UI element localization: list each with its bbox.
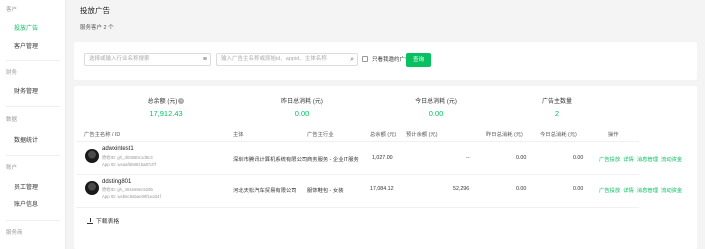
row-advertiser-name: ddsting801 [102,179,132,185]
download-icon [87,218,93,224]
row-est-balance: -- [466,155,470,161]
col-header-today: 今日总消耗 (元) [540,132,577,138]
sidebar-group-account: 账户 [6,165,18,171]
stat-today-spend-value: 0.00 [428,109,444,118]
row-original-id: 原始ID: gh_d03680c1d9c3 [102,155,153,160]
action-details-link[interactable]: 详情 [623,188,634,194]
col-header-yesterday: 昨日总消耗 (元) [486,132,523,138]
sidebar-item-account-info[interactable]: 账户信息 [14,199,38,208]
sidebar-divider [6,106,60,107]
stat-yesterday-spend: 昨日总消耗 (元) 0.00 [252,96,352,118]
table-divider [76,174,639,175]
app-root: 客户 投放广告 客户管理 财务 财务管理 数据 数据统计 账户 员工管理 账户信… [0,0,705,249]
service-count-value: 2 个 [103,25,114,31]
row-app-id: App ID: wxb6c9abae09f1ea34f [102,194,161,199]
action-ad-delivery-link[interactable]: 广告投放 [599,188,620,194]
col-header-name: 广告主名称 / ID [84,132,121,138]
row-today-spend: 0.00 [573,155,584,161]
sidebar-item-staff-management[interactable]: 员工管理 [14,182,38,191]
stat-total-balance: 总余额 (元)? 17,912.43 [116,96,216,118]
row-industry: 商务服务 - 企业IT服务 [307,157,359,163]
row-advertiser-name: adwxintest1 [102,146,134,152]
action-ad-delivery-link[interactable]: 广告投放 [599,157,620,163]
col-header-entity: 主体 [233,132,244,138]
stat-total-balance-value: 17,912.43 [149,109,183,118]
search-icon: ⌕ [350,56,354,63]
sidebar-group-data: 数据 [6,117,18,123]
industry-select[interactable]: 选择或输入行业名称搜索 ≡ [84,53,211,66]
stat-advertiser-count-value: 2 [554,109,560,118]
row-actions: 广告投放 详情 消息管理 流动资金 [599,186,685,194]
stat-today-spend: 今日总消耗 (元) 0.00 [386,96,486,118]
row-est-balance: 52,296 [453,186,470,192]
row-entity: 河北天松汽车贸易有限公司 [233,188,297,194]
stat-today-spend-label: 今日总消耗 (元) [415,99,457,105]
page-title: 投放广告 [80,6,110,15]
avatar [85,149,99,163]
row-industry: 服饰鞋包 - 女装 [307,188,344,194]
download-table-button[interactable]: 下载表格 [87,216,119,225]
sidebar: 客户 投放广告 客户管理 财务 财务管理 数据 数据统计 账户 员工管理 账户信… [0,0,66,249]
table-divider [76,141,639,142]
row-balance: 1,027.00 [372,155,393,161]
action-funds-link[interactable]: 流动资金 [661,188,682,194]
stat-advertiser-count-label: 广告主数量 [541,99,572,105]
sidebar-divider [6,220,60,221]
action-messages-link[interactable]: 消息管理 [637,188,658,194]
row-today-spend: 0.00 [573,186,584,192]
sidebar-divider [6,60,60,61]
row-actions: 广告投放 详情 消息管理 流动资金 [599,155,685,163]
action-details-link[interactable]: 详情 [623,157,634,163]
industry-select-placeholder: 选择或输入行业名称搜索 [89,56,150,62]
stat-yesterday-spend-value: 0.00 [294,109,310,118]
row-yesterday-spend: 0.00 [516,155,527,161]
row-balance: 17,084.12 [370,186,394,192]
stat-yesterday-spend-label: 昨日总消耗 (元) [281,99,323,105]
sidebar-group-finance: 财务 [6,70,18,76]
sidebar-group-service: 服务商 [6,230,23,236]
sidebar-group-customer: 客户 [6,7,18,13]
sidebar-item-ads[interactable]: 投放广告 [14,23,38,32]
action-messages-link[interactable]: 消息管理 [637,157,658,163]
row-app-id: App ID: wxaaf6b8815a87d7f [102,162,157,167]
stat-advertiser-count: 广告主数量 2 [507,96,607,118]
col-header-industry: 广告主行业 [307,132,334,138]
query-button[interactable]: 查询 [406,53,431,67]
main-area: 投放广告 服务客户 2 个 [66,0,705,249]
advertiser-search-input[interactable]: 输入广告主名称或原始id、appid、主体名称 ⌕ [216,53,358,66]
sidebar-item-data-stats[interactable]: 数据统计 [14,135,38,144]
sidebar-item-finance-management[interactable]: 财务管理 [14,86,38,95]
service-count: 服务客户 2 个 [80,23,114,31]
download-table-label: 下载表格 [96,219,120,225]
row-entity: 深圳市腾讯计算机系统有限公司 [233,157,308,163]
stat-total-balance-label: 总余额 (元)? [147,98,185,105]
list-icon: ≡ [202,56,207,63]
row-original-id: 原始ID: gh_404e69ec529b [102,187,153,192]
service-count-label: 服务客户 [80,25,103,31]
action-funds-link[interactable]: 流动资金 [661,157,682,163]
only-mine-checkbox[interactable] [362,56,368,62]
table-divider [76,207,639,208]
row-yesterday-spend: 0.00 [516,186,527,192]
advertiser-search-placeholder: 输入广告主名称或原始id、appid、主体名称 [221,56,327,62]
col-header-balance: 总余额 (元) [370,132,397,138]
avatar [85,181,99,195]
col-header-est-balance: 预计余额 (元) [406,132,438,138]
help-icon[interactable]: ? [178,98,185,105]
col-header-actions: 操作 [608,132,619,138]
sidebar-item-customer-management[interactable]: 客户管理 [14,41,38,50]
sidebar-divider [6,155,60,156]
